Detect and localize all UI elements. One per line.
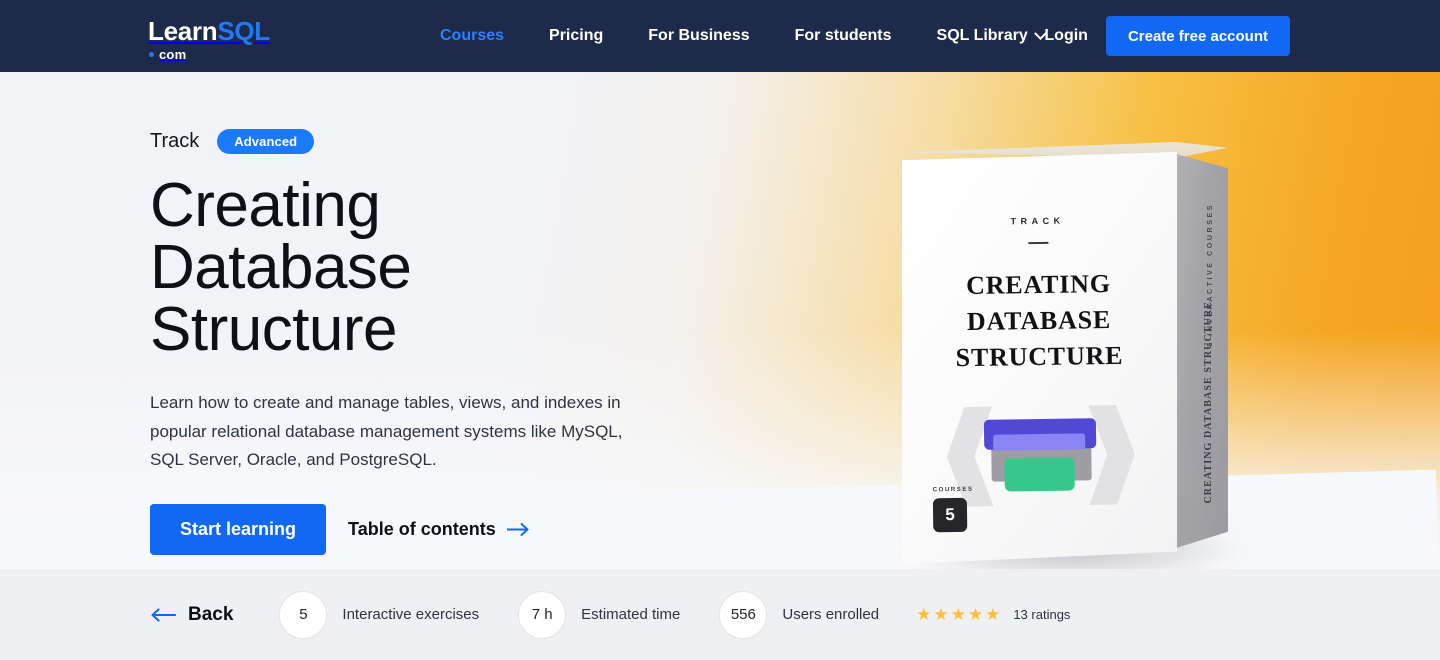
difficulty-badge: Advanced bbox=[217, 129, 315, 154]
arrow-right-icon bbox=[506, 522, 529, 536]
login-link[interactable]: Login bbox=[1044, 27, 1088, 45]
hero-description: Learn how to create and manage tables, v… bbox=[150, 393, 623, 470]
stat-label-exercises: Interactive exercises bbox=[342, 606, 480, 623]
course-box-mockup: 5 INTERACTIVE COURSES CREATING DATABASE … bbox=[893, 114, 1253, 569]
box-title-text: CREATING DATABASE STRUCTURE bbox=[955, 268, 1124, 372]
star-rating: ★ ★ ★ ★ ★ bbox=[916, 606, 1000, 623]
create-free-account-button[interactable]: Create free account bbox=[1105, 16, 1290, 56]
nav-label-for-students: For students bbox=[794, 27, 892, 44]
track-kicker-label: Track bbox=[150, 130, 200, 152]
table-of-contents-label: Table of contents bbox=[348, 518, 496, 539]
logo-learnsql[interactable]: LearnSQL com bbox=[148, 18, 270, 61]
nav-item-sql-library[interactable]: SQL Library bbox=[936, 26, 1047, 45]
rating-block: ★ ★ ★ ★ ★ 13 ratings bbox=[916, 606, 1070, 623]
track-meta-row: Track Advanced bbox=[150, 129, 850, 154]
logo-sql-text: SQL bbox=[217, 16, 270, 46]
logo-domain: com bbox=[149, 48, 270, 61]
box-kicker-text: TRACK bbox=[1010, 215, 1065, 227]
box-divider-rule bbox=[1027, 241, 1048, 245]
rating-count-label: 13 ratings bbox=[1013, 607, 1071, 622]
nav-item-for-students[interactable]: For students bbox=[795, 27, 892, 45]
stat-value-time: 7 h bbox=[518, 590, 567, 639]
nav-item-pricing[interactable]: Pricing bbox=[549, 27, 603, 45]
page-title: Creating Database Structure bbox=[150, 171, 412, 364]
illustration-lavender-bar bbox=[992, 433, 1085, 451]
stats-bar: Back 5 Interactive exercises 7 h Estimat… bbox=[0, 569, 1440, 660]
auth-actions: Login Create free account bbox=[1044, 0, 1290, 72]
box-spine-bottom-text: CREATING DATABASE STRUCTURE bbox=[1203, 301, 1214, 504]
back-link[interactable]: Back bbox=[150, 604, 233, 626]
box-courses-label: COURSES bbox=[932, 486, 974, 494]
nav-item-courses[interactable]: Courses bbox=[440, 27, 504, 45]
hero-action-row: Start learning Table of contents bbox=[150, 503, 850, 555]
stat-users-enrolled: 556 Users enrolled bbox=[719, 590, 880, 639]
site-header: LearnSQL com Courses Pricing For Busines… bbox=[0, 0, 1440, 72]
stat-label-users: Users enrolled bbox=[782, 606, 880, 623]
box-spine-face: 5 INTERACTIVE COURSES CREATING DATABASE … bbox=[1176, 154, 1228, 548]
logo-learn-text: Learn bbox=[148, 16, 218, 46]
main-navigation: Courses Pricing For Business For student… bbox=[440, 0, 1047, 72]
illustration-green-bar bbox=[1003, 457, 1075, 492]
star-icon: ★ bbox=[950, 605, 966, 624]
arrow-left-icon bbox=[151, 607, 176, 622]
logo-dot-icon bbox=[149, 52, 154, 57]
stat-value-users: 556 bbox=[719, 590, 768, 639]
star-icon: ★ bbox=[916, 605, 932, 624]
star-icon: ★ bbox=[985, 605, 1001, 624]
back-label: Back bbox=[188, 603, 234, 625]
box-courses-count: 5 bbox=[932, 497, 968, 533]
logo-com-text: com bbox=[159, 47, 187, 62]
stat-label-time: Estimated time bbox=[581, 606, 681, 623]
table-of-contents-link[interactable]: Table of contents bbox=[348, 519, 530, 540]
hero-content: Track Advanced Creating Database Structu… bbox=[150, 72, 850, 555]
stat-interactive-exercises: 5 Interactive exercises bbox=[279, 590, 480, 639]
nav-item-for-business[interactable]: For Business bbox=[648, 27, 749, 45]
start-learning-button[interactable]: Start learning bbox=[150, 503, 327, 555]
box-courses-badge: COURSES 5 bbox=[933, 487, 974, 533]
nav-label-for-business: For Business bbox=[648, 27, 750, 44]
stat-estimated-time: 7 h Estimated time bbox=[518, 590, 681, 639]
star-icon: ★ bbox=[933, 605, 949, 624]
box-front-face: TRACK CREATING DATABASE STRUCTURE COURSE… bbox=[902, 152, 1177, 564]
hero-section: Track Advanced Creating Database Structu… bbox=[0, 72, 1440, 569]
nav-label-sql-library: SQL Library bbox=[936, 27, 1028, 44]
chevron-right-shape-icon bbox=[1088, 404, 1135, 505]
nav-label-pricing: Pricing bbox=[549, 27, 604, 44]
nav-label-courses: Courses bbox=[440, 27, 505, 44]
logo-wordmark: LearnSQL bbox=[148, 18, 270, 44]
star-icon: ★ bbox=[967, 605, 984, 624]
stat-value-exercises: 5 bbox=[279, 590, 328, 639]
